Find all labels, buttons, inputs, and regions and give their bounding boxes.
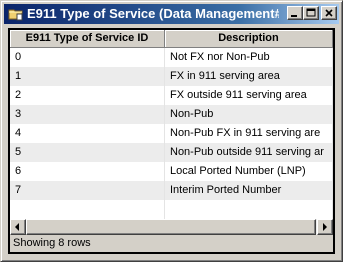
app-window: E911 Type of Service (Data Management#E9… [0,0,343,262]
cell-description[interactable]: FX outside 911 serving area [165,86,333,105]
column-header-id[interactable]: E911 Type of Service ID [10,30,165,48]
cell-empty [165,200,333,219]
close-button[interactable] [321,6,337,20]
maximize-button[interactable] [303,6,319,20]
title-bar[interactable]: E911 Type of Service (Data Management#E9… [4,4,339,24]
table-row[interactable]: 3 Non-Pub [10,105,333,124]
cell-id[interactable]: 6 [10,162,165,181]
cell-id[interactable]: 7 [10,181,165,200]
cell-description[interactable]: Interim Ported Number [165,181,333,200]
table-row[interactable]: 7 Interim Ported Number [10,181,333,200]
minimize-button[interactable] [287,6,303,20]
table-row[interactable]: 0 Not FX nor Non-Pub [10,48,333,67]
cell-id[interactable]: 3 [10,105,165,124]
maximize-icon [306,8,316,17]
window-title: E911 Type of Service (Data Management#E9… [27,6,279,21]
data-grid: E911 Type of Service ID Description 0 No… [10,30,333,219]
grid-header: E911 Type of Service ID Description [10,30,333,48]
close-icon [325,9,333,17]
scroll-right-button[interactable] [317,219,333,235]
arrow-left-icon [15,223,19,231]
folder-icon [8,6,24,22]
cell-description[interactable]: FX in 911 serving area [165,67,333,86]
scroll-thumb[interactable] [26,219,316,235]
table-row[interactable]: 2 FX outside 911 serving area [10,86,333,105]
cell-id[interactable]: 2 [10,86,165,105]
arrow-right-icon [323,223,327,231]
cell-description[interactable]: Non-Pub outside 911 serving ar [165,143,333,162]
cell-description[interactable]: Non-Pub [165,105,333,124]
table-row[interactable]: 4 Non-Pub FX in 911 serving are [10,124,333,143]
cell-id[interactable]: 5 [10,143,165,162]
cell-id[interactable]: 4 [10,124,165,143]
status-bar: Showing 8 rows [10,235,333,252]
table-row-empty [10,200,333,219]
scroll-left-button[interactable] [10,219,26,235]
minimize-icon [291,15,297,17]
table-row[interactable]: 6 Local Ported Number (LNP) [10,162,333,181]
column-header-description[interactable]: Description [165,30,333,48]
client-area: E911 Type of Service ID Description 0 No… [8,28,335,254]
table-row[interactable]: 1 FX in 911 serving area [10,67,333,86]
cell-id[interactable]: 0 [10,48,165,67]
horizontal-scrollbar[interactable] [10,219,333,235]
cell-id[interactable]: 1 [10,67,165,86]
table-row[interactable]: 5 Non-Pub outside 911 serving ar [10,143,333,162]
cell-description[interactable]: Local Ported Number (LNP) [165,162,333,181]
cell-description[interactable]: Not FX nor Non-Pub [165,48,333,67]
cell-empty [10,200,165,219]
cell-description[interactable]: Non-Pub FX in 911 serving are [165,124,333,143]
